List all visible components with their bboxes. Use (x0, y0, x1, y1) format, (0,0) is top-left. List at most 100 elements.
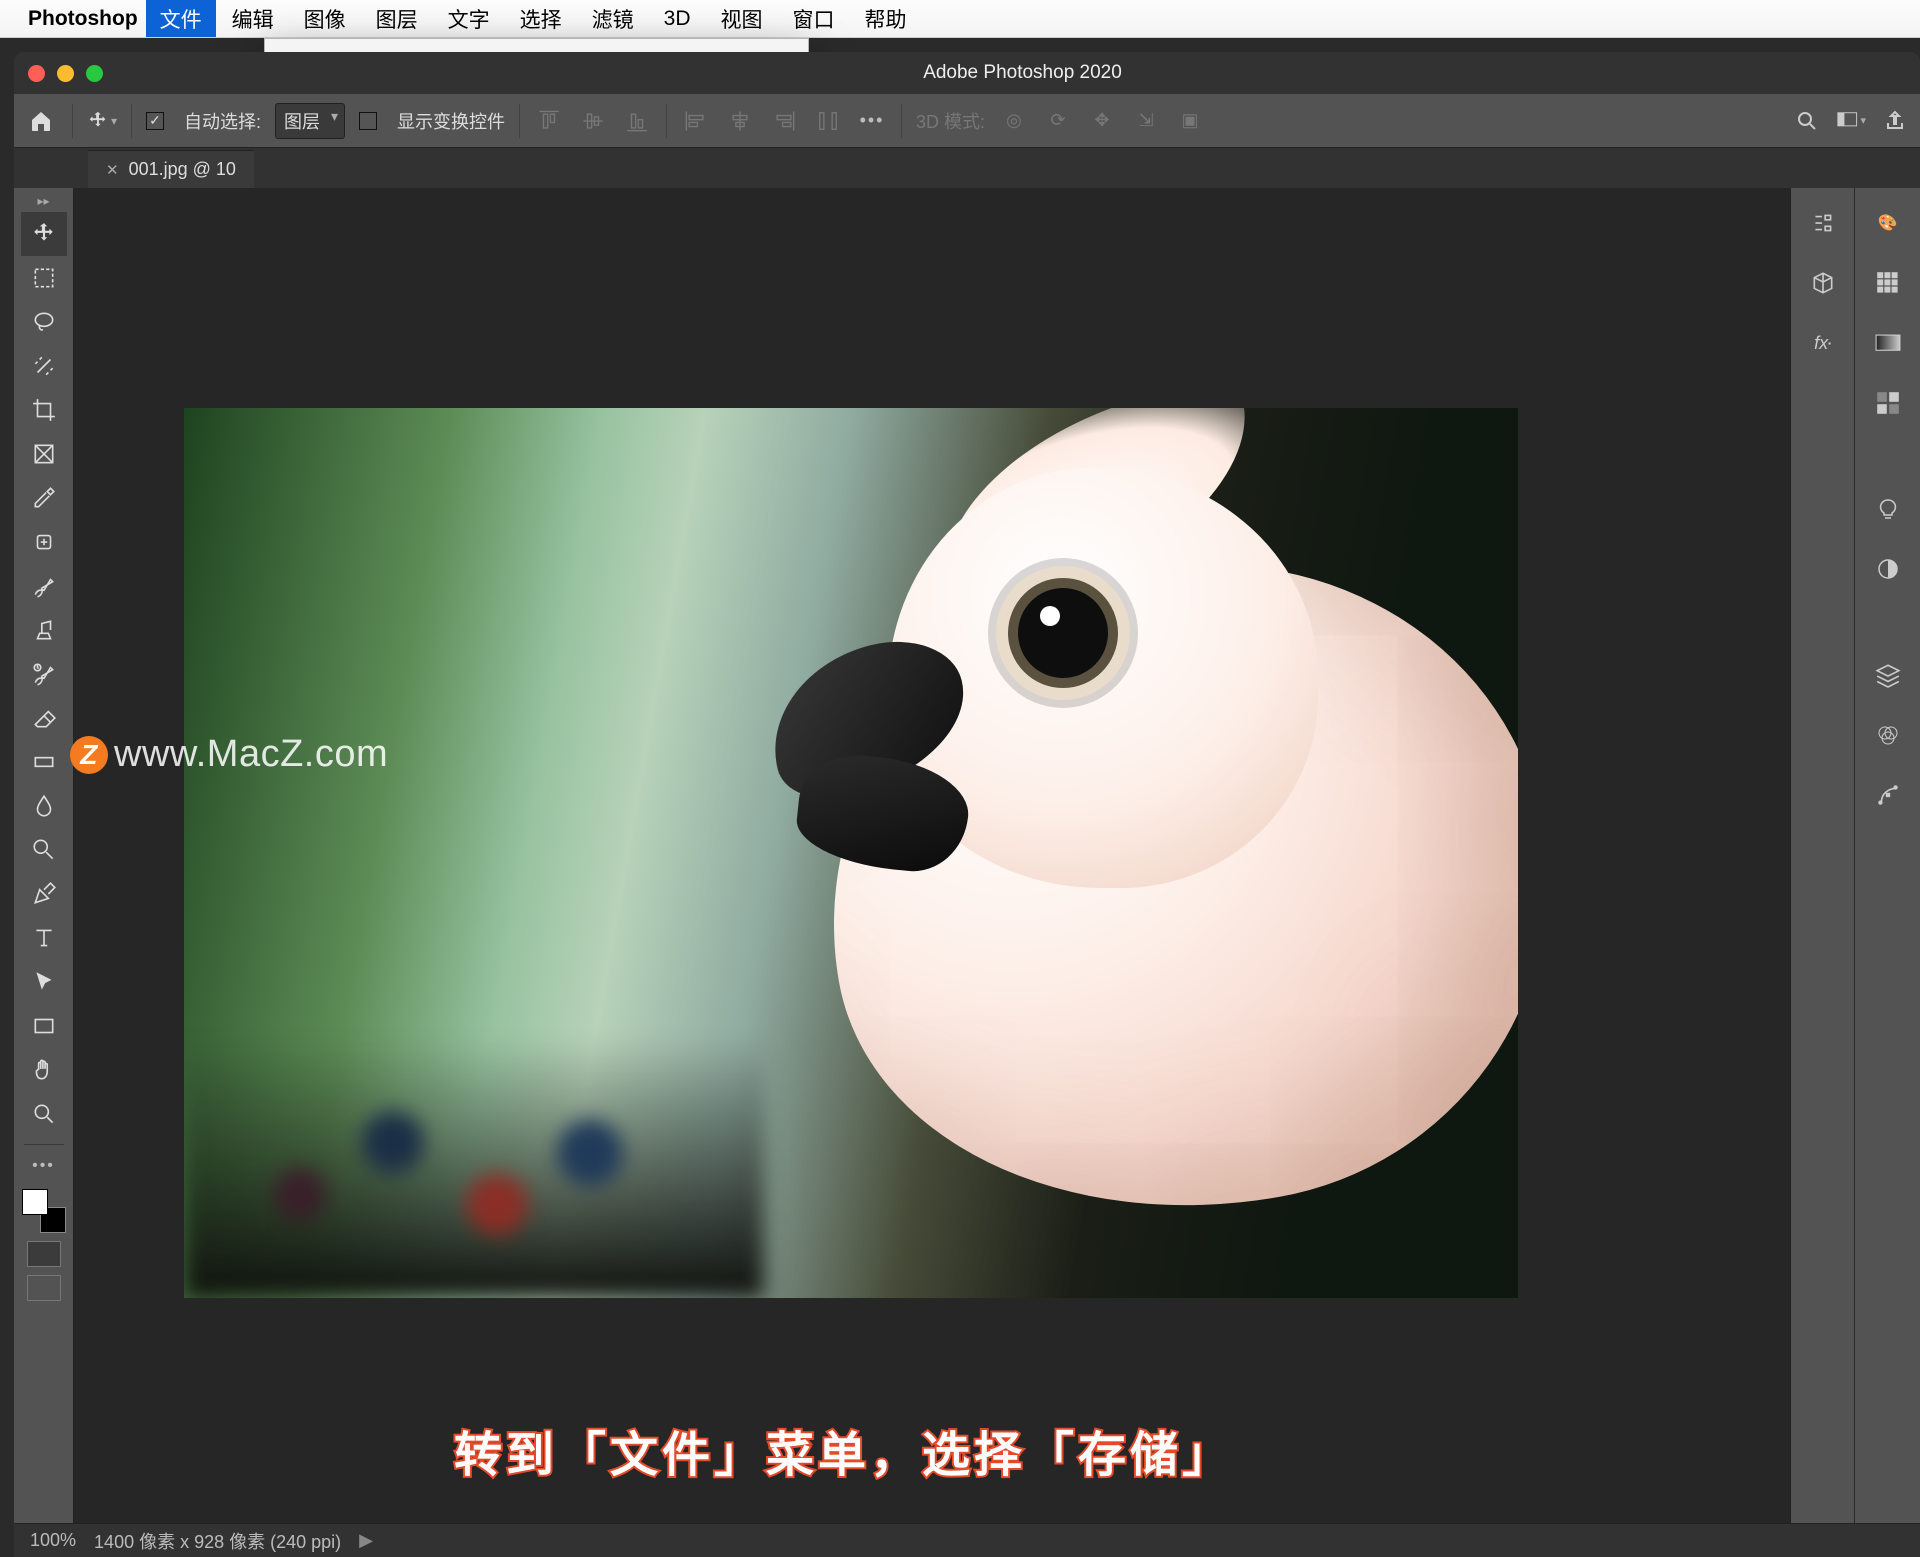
patterns-panel-icon[interactable] (1871, 386, 1905, 420)
eraser-tool[interactable] (21, 696, 67, 740)
gradients-panel-icon[interactable] (1871, 326, 1905, 360)
menu-layer[interactable]: 图层 (362, 0, 432, 37)
type-tool[interactable] (21, 916, 67, 960)
annotation-caption: 转到「文件」菜单，选择「存储」 (454, 1415, 1234, 1485)
history-brush-tool[interactable] (21, 652, 67, 696)
watermark-logo-icon: Z (70, 736, 108, 774)
status-bar: 100% 1400 像素 x 928 像素 (240 ppi) ▶ (14, 1523, 1920, 1557)
frame-tool[interactable] (21, 432, 67, 476)
rectangular-marquee-tool[interactable] (21, 256, 67, 300)
magic-wand-tool[interactable] (21, 344, 67, 388)
menu-3d[interactable]: 3D (650, 0, 705, 37)
3d-pan-icon[interactable]: ✥ (1087, 106, 1117, 136)
align-right-icon[interactable] (769, 106, 799, 136)
document-info[interactable]: 1400 像素 x 928 像素 (240 ppi) (94, 1528, 341, 1554)
share-icon[interactable] (1880, 106, 1910, 136)
align-hcenter-icon[interactable] (725, 106, 755, 136)
learn-panel-icon[interactable] (1871, 492, 1905, 526)
lasso-tool[interactable] (21, 300, 67, 344)
path-selection-tool[interactable] (21, 960, 67, 1004)
home-button[interactable] (24, 104, 58, 138)
edit-toolbar-icon[interactable]: ••• (21, 1153, 67, 1179)
menu-window[interactable]: 窗口 (779, 0, 849, 37)
macos-menubar[interactable]: Photoshop 文件 编辑 图像 图层 文字 选择 滤镜 3D 视图 窗口 … (0, 0, 1920, 38)
channels-panel-icon[interactable] (1871, 718, 1905, 752)
maximize-window-icon[interactable] (86, 65, 103, 82)
foreground-background-color[interactable] (22, 1189, 66, 1233)
auto-select-checkbox[interactable]: ✓ (146, 112, 164, 130)
watermark-text: www.MacZ.com (114, 733, 388, 776)
quickmask-button[interactable] (27, 1275, 61, 1301)
more-align-icon[interactable]: ••• (857, 106, 887, 136)
image-subject-bird (738, 428, 1518, 1248)
zoom-tool[interactable] (21, 1092, 67, 1136)
document-tab-label: 001.jpg @ 10 (129, 159, 236, 180)
screen-mode-button[interactable] (27, 1241, 61, 1267)
gradient-tool[interactable] (21, 740, 67, 784)
hand-tool[interactable] (21, 1048, 67, 1092)
window-controls[interactable] (28, 65, 103, 82)
close-window-icon[interactable] (28, 65, 45, 82)
move-tool-icon[interactable]: ▾ (87, 106, 117, 136)
menu-image[interactable]: 图像 (290, 0, 360, 37)
3d-camera-icon[interactable]: ▣ (1175, 106, 1205, 136)
libraries-panel-icon[interactable]: fx▪ (1806, 326, 1840, 360)
zoom-level[interactable]: 100% (30, 1530, 76, 1551)
panel-strip-1[interactable]: fx▪ (1790, 188, 1854, 1523)
menu-help[interactable]: 帮助 (851, 0, 921, 37)
options-bar: ▾ ✓ 自动选择: 图层 显示变换控件 ••• 3D 模式: ◎ ⟳ ✥ ⇲ ▣… (14, 94, 1920, 148)
eyedropper-tool[interactable] (21, 476, 67, 520)
color-panel-icon[interactable]: 🎨 (1871, 206, 1905, 240)
rectangle-tool[interactable] (21, 1004, 67, 1048)
crop-tool[interactable] (21, 388, 67, 432)
healing-brush-tool[interactable] (21, 520, 67, 564)
watermark: Z www.MacZ.com (70, 733, 388, 776)
panel-strip-2[interactable]: 🎨 (1854, 188, 1920, 1523)
pen-tool[interactable] (21, 872, 67, 916)
tools-toolbar[interactable]: ▸▸ ••• (14, 188, 74, 1523)
move-tool[interactable] (21, 212, 67, 256)
auto-select-target-select[interactable]: 图层 (275, 103, 345, 139)
close-tab-icon[interactable]: ✕ (106, 161, 119, 179)
swatches-panel-icon[interactable] (1871, 266, 1905, 300)
search-icon[interactable] (1792, 106, 1822, 136)
document-canvas[interactable] (184, 408, 1518, 1298)
properties-panel-icon[interactable] (1806, 206, 1840, 240)
minimize-window-icon[interactable] (57, 65, 74, 82)
window-titlebar: Adobe Photoshop 2020 (14, 52, 1920, 94)
blur-tool[interactable] (21, 784, 67, 828)
show-transform-checkbox[interactable] (359, 112, 377, 130)
workspace-switcher-icon[interactable]: ▾ (1836, 106, 1866, 136)
paths-panel-icon[interactable] (1871, 778, 1905, 812)
right-panels: fx▪ 🎨 (1790, 188, 1920, 1523)
3d-slide-icon[interactable]: ⇲ (1131, 106, 1161, 136)
canvas-area[interactable] (74, 188, 1790, 1523)
window-title: Adobe Photoshop 2020 (125, 62, 1920, 84)
adjustments-panel-icon[interactable] (1871, 552, 1905, 586)
3d-panel-icon[interactable] (1806, 266, 1840, 300)
clone-stamp-tool[interactable] (21, 608, 67, 652)
toolbar-collapse-icon[interactable]: ▸▸ (37, 194, 49, 208)
align-top-icon[interactable] (534, 106, 564, 136)
photoshop-window: Adobe Photoshop 2020 ▾ ✓ 自动选择: 图层 显示变换控件… (14, 52, 1920, 1557)
menu-edit[interactable]: 编辑 (218, 0, 288, 37)
brush-tool[interactable] (21, 564, 67, 608)
status-arrow-icon[interactable]: ▶ (359, 1530, 373, 1551)
app-name[interactable]: Photoshop (28, 7, 138, 31)
3d-orbit-icon[interactable]: ◎ (999, 106, 1029, 136)
align-left-icon[interactable] (681, 106, 711, 136)
layers-panel-icon[interactable] (1871, 658, 1905, 692)
align-bottom-icon[interactable] (622, 106, 652, 136)
menu-type[interactable]: 文字 (434, 0, 504, 37)
menu-file[interactable]: 文件 (146, 0, 216, 37)
menu-filter[interactable]: 滤镜 (578, 0, 648, 37)
document-tabs: ✕ 001.jpg @ 10 (14, 148, 1920, 188)
dodge-tool[interactable] (21, 828, 67, 872)
3d-roll-icon[interactable]: ⟳ (1043, 106, 1073, 136)
menu-select[interactable]: 选择 (506, 0, 576, 37)
document-tab[interactable]: ✕ 001.jpg @ 10 (88, 150, 254, 188)
distribute-icon[interactable] (813, 106, 843, 136)
auto-select-label: 自动选择: (184, 108, 261, 134)
align-vcenter-icon[interactable] (578, 106, 608, 136)
menu-view[interactable]: 视图 (707, 0, 777, 37)
